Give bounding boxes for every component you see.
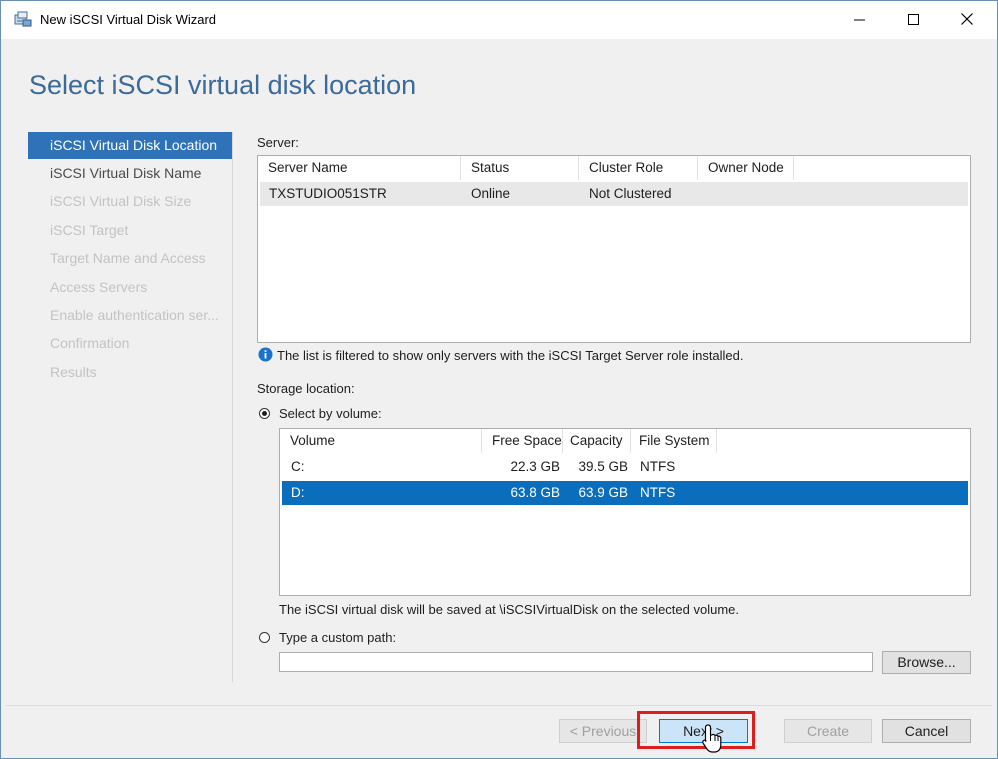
minimize-button[interactable] <box>832 1 886 39</box>
column-header-free-space[interactable]: Free Space <box>482 429 563 453</box>
file-system-cell: NTFS <box>640 485 676 500</box>
maximize-icon <box>907 13 919 28</box>
volume-cell: D: <box>291 485 305 500</box>
browse-button[interactable]: Browse... <box>882 651 971 674</box>
storage-location-label: Storage location: <box>257 381 355 396</box>
save-location-note: The iSCSI virtual disk will be saved at … <box>279 602 740 617</box>
close-icon <box>961 12 973 28</box>
previous-button[interactable]: < Previous <box>559 719 647 743</box>
capacity-cell: 39.5 GB <box>578 459 628 474</box>
column-header-capacity[interactable]: Capacity <box>563 429 631 453</box>
nav-item-disk-size: iSCSI Virtual Disk Size <box>50 193 192 210</box>
window-title: New iSCSI Virtual Disk Wizard <box>40 12 217 27</box>
nav-item-access-servers: Access Servers <box>50 278 148 295</box>
server-cluster-role-cell: Not Clustered <box>589 186 672 201</box>
column-header-server-name[interactable]: Server Name <box>258 156 461 180</box>
volume-cell: C: <box>291 459 305 474</box>
wizard-window: New iSCSI Virtual Disk Wizard Select iSC… <box>0 0 998 759</box>
nav-divider <box>232 132 233 682</box>
column-header-status[interactable]: Status <box>461 156 579 180</box>
info-icon <box>258 347 273 365</box>
nav-item-results: Results <box>50 363 97 380</box>
nav-item-target-name-access: Target Name and Access <box>50 250 206 267</box>
column-header-cluster-role[interactable]: Cluster Role <box>579 156 698 180</box>
capacity-cell: 63.9 GB <box>578 485 628 500</box>
nav-item-enable-authentication: Enable authentication ser... <box>50 306 219 323</box>
server-name-cell: TXSTUDIO051STR <box>269 186 387 201</box>
server-row[interactable]: TXSTUDIO051STR Online Not Clustered <box>260 182 968 206</box>
server-filter-info: The list is filtered to show only server… <box>277 348 744 363</box>
wizard-content: Select iSCSI virtual disk location iSCSI… <box>6 39 992 705</box>
custom-path-radio[interactable] <box>259 632 270 643</box>
column-header-file-system[interactable]: File System <box>631 429 717 453</box>
column-header-owner-node[interactable]: Owner Node <box>698 156 794 180</box>
select-by-volume-label[interactable]: Select by volume: <box>279 406 382 421</box>
server-status-cell: Online <box>471 186 511 201</box>
minimize-icon <box>853 13 865 28</box>
mouse-pointer-icon <box>701 723 725 758</box>
nav-item-confirmation: Confirmation <box>50 335 130 352</box>
cancel-button[interactable]: Cancel <box>882 719 971 743</box>
server-grid[interactable]: Server Name Status Cluster Role Owner No… <box>257 155 971 343</box>
custom-path-label[interactable]: Type a custom path: <box>279 630 396 645</box>
close-button[interactable] <box>940 1 994 39</box>
free-space-cell: 63.8 GB <box>510 485 560 500</box>
column-header-volume[interactable]: Volume <box>280 429 482 453</box>
nav-item-disk-name[interactable]: iSCSI Virtual Disk Name <box>28 159 232 187</box>
title-bar: New iSCSI Virtual Disk Wizard <box>1 1 997 39</box>
file-system-cell: NTFS <box>640 459 676 474</box>
create-button[interactable]: Create <box>784 719 872 743</box>
wizard-app-icon <box>14 11 32 27</box>
volume-row-c[interactable]: C: 22.3 GB 39.5 GB NTFS <box>282 455 968 479</box>
maximize-button[interactable] <box>886 1 940 39</box>
page-title: Select iSCSI virtual disk location <box>29 70 417 100</box>
nav-item-disk-location[interactable]: iSCSI Virtual Disk Location <box>28 132 232 159</box>
select-by-volume-radio[interactable] <box>259 408 270 419</box>
wizard-nav: iSCSI Virtual Disk Location iSCSI Virtua… <box>28 132 232 386</box>
server-label: Server: <box>257 135 299 150</box>
next-button-highlight <box>637 711 755 749</box>
volume-row-d[interactable]: D: 63.8 GB 63.9 GB NTFS <box>282 481 968 505</box>
custom-path-input[interactable] <box>279 652 873 672</box>
nav-item-iscsi-target: iSCSI Target <box>50 221 129 238</box>
free-space-cell: 22.3 GB <box>510 459 560 474</box>
volume-grid[interactable]: Volume Free Space Capacity File System C… <box>279 428 971 596</box>
